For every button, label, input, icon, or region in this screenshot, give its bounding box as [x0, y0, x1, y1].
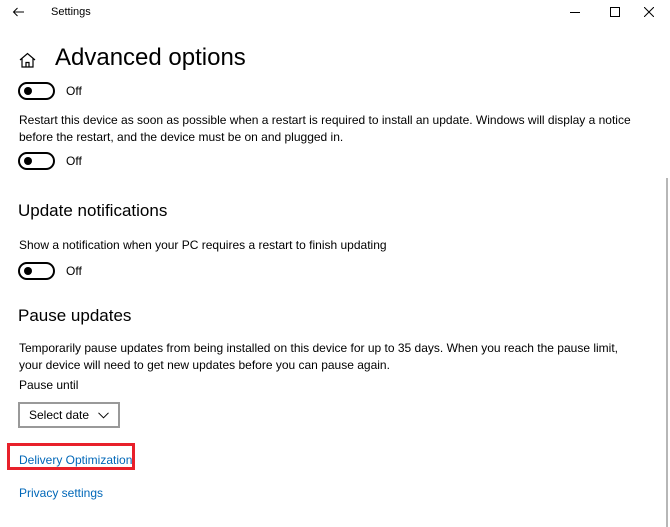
maximize-icon — [610, 4, 620, 22]
privacy-settings-link[interactable]: Privacy settings — [19, 486, 103, 500]
toggle-label: Off — [66, 154, 82, 168]
scrollbar[interactable] — [666, 178, 668, 527]
chevron-down-icon — [98, 411, 109, 419]
update-notifications-description: Show a notification when your PC require… — [19, 238, 387, 252]
toggle-knob — [24, 267, 32, 275]
toggle-track[interactable] — [18, 262, 55, 280]
select-date-value: Select date — [29, 408, 90, 422]
close-button[interactable] — [626, 0, 670, 26]
pause-updates-description: Temporarily pause updates from being ins… — [19, 341, 618, 372]
close-icon — [643, 4, 655, 22]
home-icon[interactable] — [19, 52, 36, 73]
minimize-icon — [570, 4, 580, 22]
restart-toggle[interactable]: Off — [18, 152, 82, 170]
app-title: Settings — [51, 6, 91, 18]
delivery-optimization-link[interactable]: Delivery Optimization — [19, 453, 132, 467]
pause-until-label: Pause until — [19, 378, 79, 392]
toggle-track[interactable] — [18, 82, 55, 100]
title-bar: Settings — [0, 0, 670, 26]
restart-description: Restart this device as soon as possible … — [19, 113, 631, 144]
notification-toggle[interactable]: Off — [18, 262, 82, 280]
toggle-switch[interactable]: Off — [18, 82, 82, 100]
page-title: Advanced options — [55, 44, 246, 71]
update-notifications-heading: Update notifications — [18, 201, 168, 220]
pause-updates-heading: Pause updates — [18, 306, 132, 325]
back-button[interactable] — [0, 0, 36, 26]
back-arrow-icon — [12, 4, 25, 22]
toggle-track[interactable] — [18, 152, 55, 170]
toggle-label: Off — [66, 84, 82, 98]
select-date-dropdown[interactable]: Select date — [18, 402, 120, 428]
toggle-knob — [24, 157, 32, 165]
toggle-label: Off — [66, 264, 82, 278]
toggle-knob — [24, 87, 32, 95]
